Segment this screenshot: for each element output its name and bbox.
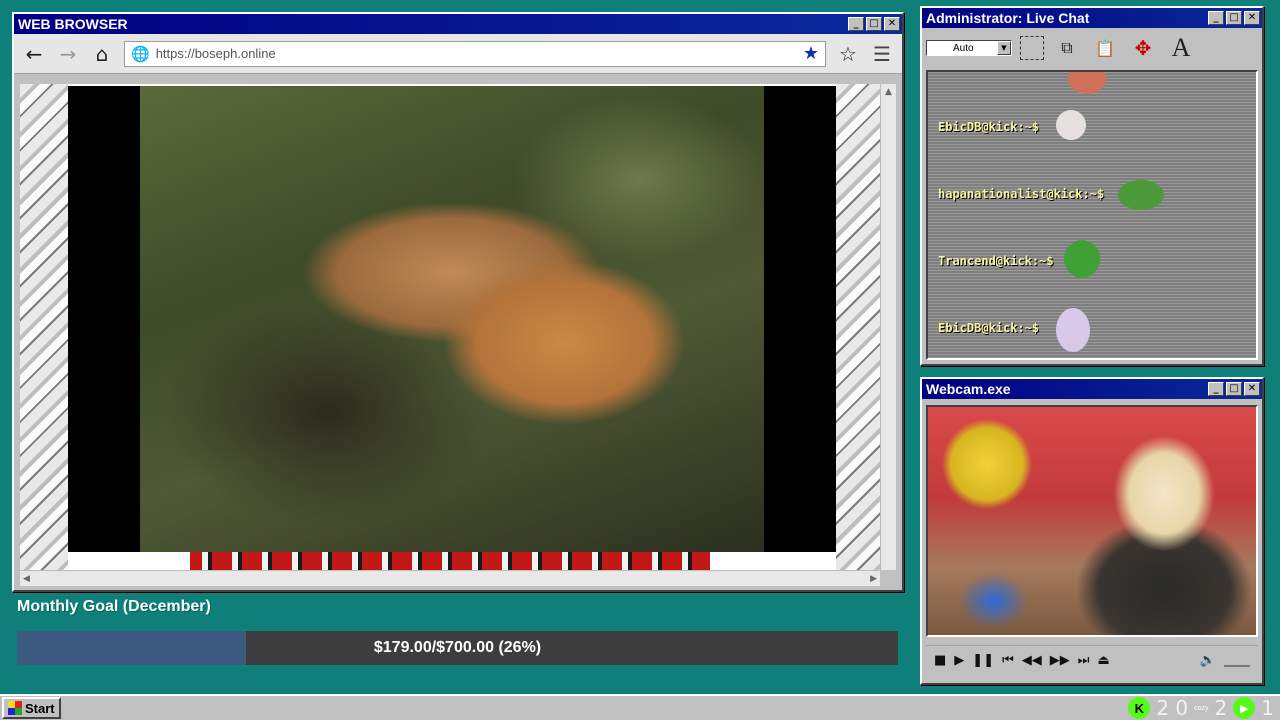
close-button[interactable]: ✕ <box>1244 11 1260 25</box>
emote-pepe-icon <box>1118 180 1164 210</box>
chat-toolbar: Auto ▼ ⧉ 📋 ✥ A <box>922 28 1262 68</box>
tray-count-a: 2 <box>1214 696 1228 720</box>
scroll-left-icon[interactable]: ◀ <box>23 574 30 584</box>
chat-username: EbicDB@kick:~$ <box>938 321 1040 335</box>
eject-icon[interactable]: ⏏ <box>1098 653 1110 668</box>
emote-frog-icon <box>1064 240 1100 278</box>
browser-toolbar: ← → ⌂ 🌐 https://boseph.online ★ ☆ ☰ <box>14 34 902 74</box>
webcam-feed-avatar <box>926 405 1258 637</box>
move-icon[interactable]: ✥ <box>1128 33 1158 63</box>
viewer-count: 2 0 <box>1156 696 1189 720</box>
bookmark-star-filled-icon[interactable]: ★ <box>803 43 819 64</box>
paste-icon[interactable]: 📋 <box>1090 33 1120 63</box>
emote-cat-icon <box>1056 110 1086 140</box>
browser-window: WEB BROWSER _ □ ✕ ← → ⌂ 🌐 https://boseph… <box>12 12 904 592</box>
skip-forward-icon[interactable]: ⏭ <box>1078 653 1090 668</box>
scroll-right-icon[interactable]: ▶ <box>870 574 877 584</box>
globe-icon: 🌐 <box>131 44 150 63</box>
close-button[interactable]: ✕ <box>884 17 900 31</box>
chat-title: Administrator: Live Chat <box>926 10 1090 26</box>
minimize-button[interactable]: _ <box>848 17 864 31</box>
skip-back-icon[interactable]: ⏮ <box>1002 653 1014 668</box>
maximize-button[interactable]: □ <box>866 17 882 31</box>
font-size-dropdown[interactable]: Auto ▼ <box>926 40 1012 56</box>
goal-progress-bar: $179.00/$700.00 (26%) <box>17 631 898 665</box>
right-side-artwork <box>836 84 880 570</box>
back-arrow-icon[interactable]: ← <box>22 42 46 66</box>
taskbar: Start K 2 0 cozy 2 ▶ 1 <box>0 694 1280 720</box>
hamburger-menu-icon[interactable]: ☰ <box>870 42 894 66</box>
maximize-button[interactable]: □ <box>1226 11 1242 25</box>
close-button[interactable]: ✕ <box>1244 382 1260 396</box>
select-region-icon[interactable] <box>1020 36 1044 60</box>
address-bar[interactable]: 🌐 https://boseph.online ★ <box>124 40 826 67</box>
kick-logo-icon[interactable]: K <box>1128 697 1151 719</box>
chat-titlebar[interactable]: Administrator: Live Chat _ □ ✕ <box>922 8 1262 28</box>
windows-logo-icon <box>8 701 22 715</box>
stop-icon[interactable]: ■ <box>934 653 946 668</box>
font-size-value: Auto <box>953 42 974 54</box>
forward-arrow-icon[interactable]: → <box>56 42 80 66</box>
webcam-title: Webcam.exe <box>926 381 1011 397</box>
play-icon[interactable]: ▶ <box>954 653 964 668</box>
webcam-window: Webcam.exe _ □ ✕ ■ ▶ ❚❚ ⏮ ◀◀ ▶▶ ⏭ ⏏ 🔈 <box>920 377 1264 685</box>
page-viewport <box>20 84 880 570</box>
video-player[interactable] <box>68 86 836 552</box>
horizontal-scrollbar[interactable]: ◀ ▶ <box>20 570 880 586</box>
chat-username: EbicDB@kick:~$ <box>938 120 1040 134</box>
chat-username: hapanationalist@kick:~$ <box>938 187 1105 201</box>
chat-username: Trancend@kick:~$ <box>938 254 1054 268</box>
play-badge-icon[interactable]: ▶ <box>1233 697 1256 719</box>
system-tray: K 2 0 cozy 2 ▶ 1 <box>1128 696 1274 720</box>
start-label: Start <box>25 700 55 716</box>
bookmark-star-outline-icon[interactable]: ☆ <box>836 42 860 66</box>
vertical-scrollbar[interactable]: ▲ <box>880 84 896 570</box>
url-text[interactable]: https://boseph.online <box>156 46 797 61</box>
minimize-button[interactable]: _ <box>1208 382 1224 396</box>
live-chat-window: Administrator: Live Chat _ □ ✕ Auto ▼ ⧉ … <box>920 6 1264 366</box>
rewind-icon[interactable]: ◀◀ <box>1022 653 1042 668</box>
emote-anime-girl-icon <box>1056 308 1090 352</box>
bottom-banner-artwork <box>190 552 710 570</box>
video-frame-cat <box>140 86 764 552</box>
chat-log[interactable]: EbicDB@kick:~$ hapanationalist@kick:~$ T… <box>926 70 1258 360</box>
copy-icon[interactable]: ⧉ <box>1052 33 1082 63</box>
left-side-artwork <box>20 84 68 570</box>
tray-count-b: 1 <box>1261 696 1274 720</box>
volume-slider[interactable] <box>1224 655 1250 667</box>
minimize-button[interactable]: _ <box>1208 11 1224 25</box>
speaker-icon[interactable]: 🔈 <box>1200 653 1216 668</box>
font-icon[interactable]: A <box>1166 33 1196 63</box>
home-icon[interactable]: ⌂ <box>90 42 114 66</box>
cozy-label: cozy <box>1194 704 1209 712</box>
maximize-button[interactable]: □ <box>1226 382 1242 396</box>
pause-icon[interactable]: ❚❚ <box>972 653 994 668</box>
browser-title: WEB BROWSER <box>18 16 128 32</box>
goal-progress-text: $179.00/$700.00 (26%) <box>373 639 542 656</box>
media-controls: ■ ▶ ❚❚ ⏮ ◀◀ ▶▶ ⏭ ⏏ 🔈 <box>926 645 1258 675</box>
fast-forward-icon[interactable]: ▶▶ <box>1050 653 1070 668</box>
webcam-titlebar[interactable]: Webcam.exe _ □ ✕ <box>922 379 1262 399</box>
goal-title: Monthly Goal (December) <box>17 598 211 615</box>
emote-image <box>1068 72 1106 94</box>
start-button[interactable]: Start <box>2 697 61 719</box>
scroll-up-icon[interactable]: ▲ <box>881 84 896 100</box>
browser-titlebar[interactable]: WEB BROWSER _ □ ✕ <box>14 14 902 34</box>
chevron-down-icon[interactable]: ▼ <box>997 41 1011 55</box>
